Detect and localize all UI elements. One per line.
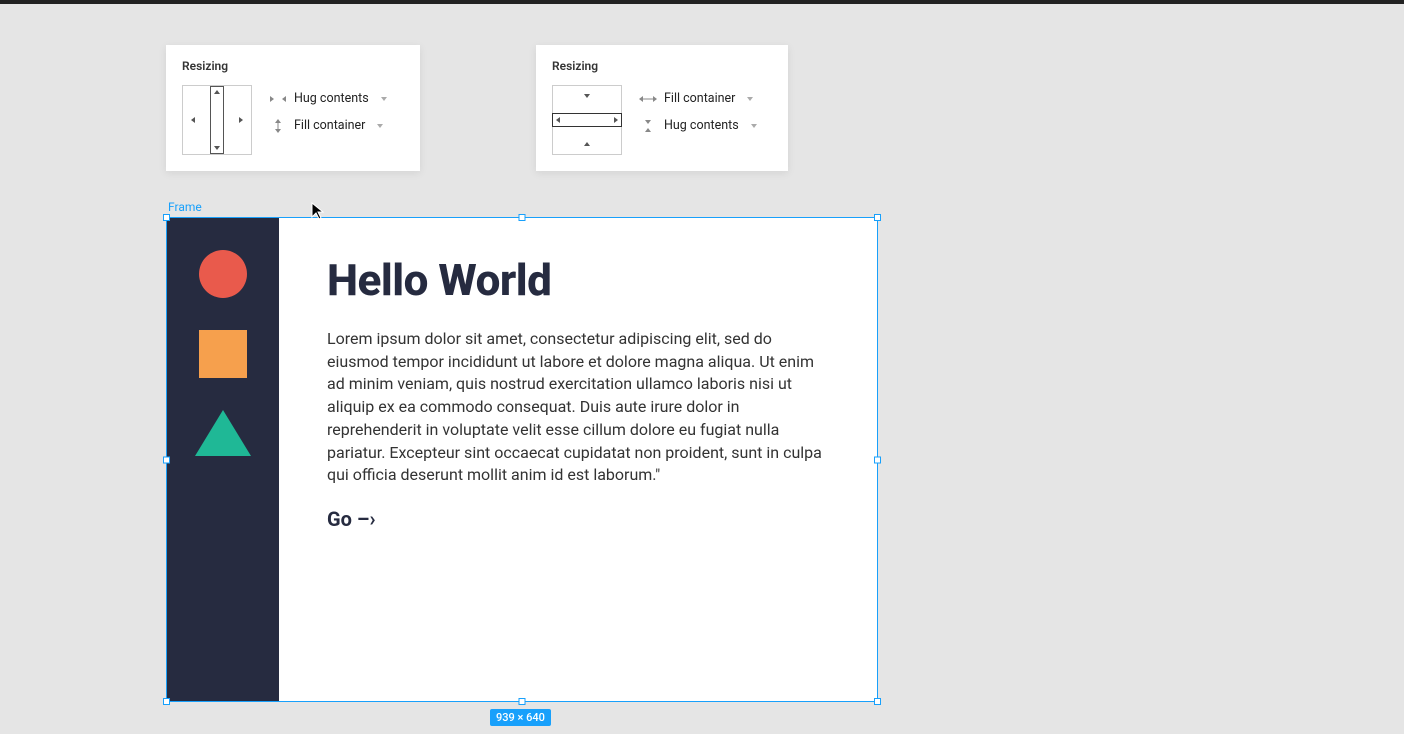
chevron-down-icon — [751, 124, 757, 128]
resizing-panel-vertical: Resizing Hug contents Fill container — [166, 45, 420, 171]
dimensions-badge: 939 × 640 — [490, 709, 551, 726]
go-link[interactable]: Go –› — [327, 507, 833, 531]
resize-handle[interactable] — [519, 698, 526, 705]
resizing-panel-horizontal: Resizing Fill container Hug contents — [536, 45, 788, 171]
triangle-shape[interactable] — [195, 410, 251, 456]
horizontal-constraint-dropdown[interactable]: Hug contents — [270, 91, 387, 106]
resize-handle[interactable] — [163, 456, 170, 463]
app-topbar — [0, 0, 1404, 4]
option-label: Fill container — [294, 118, 365, 133]
constraint-widget[interactable] — [552, 85, 622, 155]
chevron-down-icon — [381, 97, 387, 101]
constraint-widget[interactable] — [182, 85, 252, 155]
canvas-frame[interactable]: Hello World Lorem ipsum dolor sit amet, … — [166, 217, 878, 702]
hug-vertical-icon — [640, 120, 656, 132]
resize-handle[interactable] — [874, 214, 881, 221]
body-text[interactable]: Lorem ipsum dolor sit amet, consectetur … — [327, 328, 833, 487]
resize-handle[interactable] — [874, 456, 881, 463]
vertical-constraint-dropdown[interactable]: Fill container — [270, 118, 387, 133]
vertical-constraint-dropdown[interactable]: Hug contents — [640, 118, 757, 133]
square-shape[interactable] — [199, 330, 247, 378]
resize-handle[interactable] — [163, 214, 170, 221]
chevron-down-icon — [747, 97, 753, 101]
frame-label[interactable]: Frame — [168, 200, 202, 214]
heading[interactable]: Hello World — [327, 254, 833, 306]
frame-content: Hello World Lorem ipsum dolor sit amet, … — [279, 218, 877, 701]
circle-shape[interactable] — [199, 250, 247, 298]
panel-title: Resizing — [552, 59, 772, 73]
resize-handle[interactable] — [163, 698, 170, 705]
hug-horizontal-icon — [270, 93, 286, 105]
horizontal-constraint-dropdown[interactable]: Fill container — [640, 91, 757, 106]
fill-vertical-icon — [270, 120, 286, 132]
frame-sidebar — [167, 218, 279, 701]
chevron-down-icon — [377, 124, 383, 128]
fill-horizontal-icon — [640, 93, 656, 105]
resize-handle[interactable] — [519, 214, 526, 221]
option-label: Hug contents — [294, 91, 369, 106]
option-label: Fill container — [664, 91, 735, 106]
resize-handle[interactable] — [874, 698, 881, 705]
panel-title: Resizing — [182, 59, 404, 73]
option-label: Hug contents — [664, 118, 739, 133]
